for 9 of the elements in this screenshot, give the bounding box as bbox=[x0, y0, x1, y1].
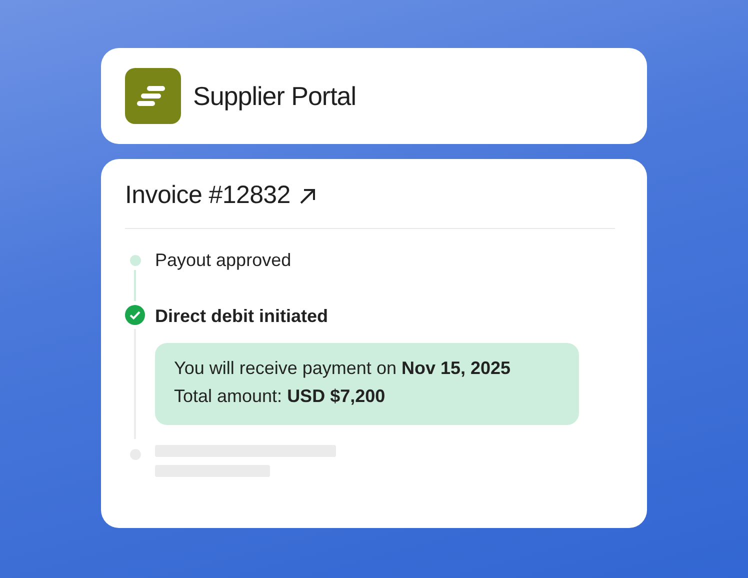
payment-text: Total amount: USD $7,200 bbox=[174, 385, 386, 407]
payment-text: You will receive payment on Nov 15, 2025 bbox=[174, 357, 512, 379]
step-label: Payout approved bbox=[155, 249, 292, 271]
portal-title: Supplier Portal bbox=[193, 80, 356, 112]
check-icon bbox=[125, 305, 145, 325]
logo-icon bbox=[125, 68, 181, 124]
step-label: Direct debit initiated bbox=[155, 305, 328, 327]
invoice-title: Invoice #12832 bbox=[125, 181, 290, 210]
status-dot bbox=[130, 255, 140, 266]
